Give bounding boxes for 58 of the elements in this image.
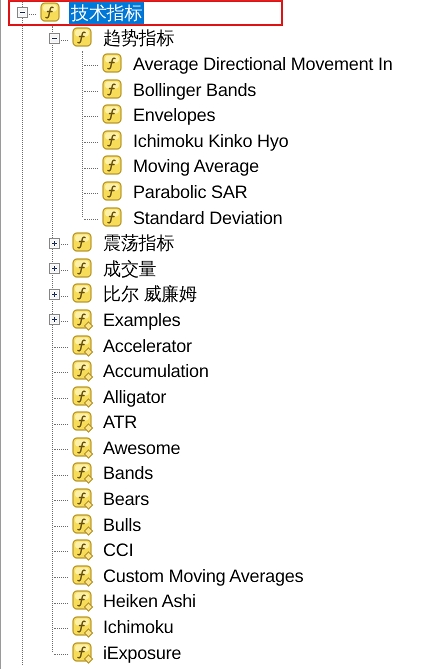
tree-item[interactable]: Average Directional Movement In <box>131 52 395 75</box>
tree-item[interactable]: CCI <box>101 539 136 562</box>
function-icon <box>102 52 124 75</box>
tree-item[interactable]: Parabolic SAR <box>131 180 250 203</box>
tree-item[interactable]: Standard Deviation <box>131 206 284 229</box>
collapse-icon[interactable] <box>49 32 60 44</box>
tree-item[interactable]: Moving Average <box>131 155 261 178</box>
collapse-icon[interactable] <box>17 7 28 18</box>
tree-item[interactable]: Bollinger Bands <box>131 78 258 101</box>
function-icon <box>102 155 124 178</box>
tree-item[interactable]: Bears <box>101 488 152 510</box>
tree-item[interactable]: 趋势指标 <box>101 27 176 50</box>
expand-icon[interactable] <box>49 288 60 300</box>
custom-function-icon <box>72 564 94 587</box>
expand-icon[interactable] <box>49 238 60 249</box>
function-icon <box>102 180 124 203</box>
custom-function-icon <box>72 360 94 382</box>
expand-icon[interactable] <box>49 263 60 274</box>
tree-item[interactable]: Accumulation <box>101 360 211 382</box>
custom-function-icon <box>72 308 94 331</box>
function-icon <box>102 104 124 126</box>
custom-function-icon <box>72 590 94 612</box>
custom-function-icon <box>72 488 94 510</box>
function-icon <box>40 2 62 24</box>
function-icon <box>72 283 94 306</box>
custom-function-icon <box>72 616 94 638</box>
custom-function-icon <box>72 436 94 459</box>
tree-item[interactable]: 成交量 <box>101 258 158 280</box>
tree-item[interactable]: 震荡指标 <box>101 232 176 254</box>
tree-item[interactable]: Awesome <box>101 436 182 459</box>
function-icon <box>72 27 94 50</box>
tree-item[interactable]: Examples <box>101 308 182 331</box>
tree-item[interactable]: Bands <box>101 462 156 484</box>
custom-function-icon <box>72 514 94 536</box>
tree-item[interactable]: Custom Moving Averages <box>101 564 306 587</box>
tree-item[interactable]: Ichimoku Kinko Hyo <box>131 130 290 152</box>
function-icon <box>102 78 124 101</box>
tree-item[interactable]: Envelopes <box>131 104 218 126</box>
function-icon <box>102 130 124 152</box>
function-icon <box>72 232 94 254</box>
tree-item[interactable]: 技术指标 <box>69 2 144 24</box>
tree-item[interactable]: Heiken Ashi <box>101 590 198 612</box>
custom-function-icon <box>72 462 94 484</box>
custom-function-icon <box>72 411 94 434</box>
tree-item[interactable]: ATR <box>101 411 140 434</box>
function-icon <box>72 258 94 280</box>
custom-function-icon <box>72 642 94 664</box>
function-icon <box>102 206 124 229</box>
custom-function-icon <box>72 334 94 357</box>
tree-item[interactable]: 比尔 威廉姆 <box>101 283 199 306</box>
tree-item[interactable]: Bulls <box>101 514 144 536</box>
tree-item[interactable]: Alligator <box>101 386 168 408</box>
tree-item[interactable]: iExposure <box>101 642 184 664</box>
tree-item[interactable]: Accelerator <box>101 334 194 357</box>
custom-function-icon <box>72 539 94 562</box>
tree-item[interactable]: Ichimoku <box>101 616 176 638</box>
expand-icon[interactable] <box>49 314 60 326</box>
custom-function-icon <box>72 386 94 408</box>
